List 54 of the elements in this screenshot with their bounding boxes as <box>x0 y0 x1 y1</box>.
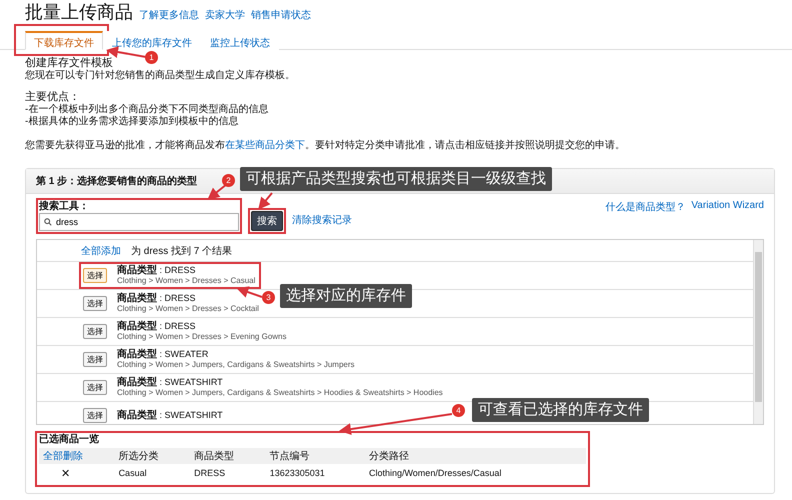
wizard-link[interactable]: Variation Wizard <box>691 200 764 211</box>
header-link[interactable]: 了解更多信息 <box>139 8 199 22</box>
remove-button[interactable]: ✕ <box>61 468 70 480</box>
category-path: Clothing > Women > Dresses > Evening Gowns <box>117 332 286 342</box>
step-number-badge: 4 <box>452 404 465 417</box>
add-all-link[interactable]: 全部添加 <box>81 244 121 258</box>
section-heading: 主要优点： <box>25 91 80 104</box>
table-cell: 13623305031 <box>266 464 365 482</box>
search-button[interactable]: 搜索 <box>251 211 283 231</box>
callout-label: 可根据产品类型搜索也可根据类目一级级查找 <box>240 167 552 191</box>
search-label: 搜索工具： <box>39 201 90 212</box>
product-type: 商品类型 : DRESS <box>117 293 197 304</box>
product-type: 商品类型 : SWEATSHIRT <box>117 377 224 388</box>
select-button[interactable]: 选择 <box>83 408 107 423</box>
help-link[interactable]: 什么是商品类型？ <box>605 200 686 214</box>
table-cell: Casual <box>114 464 190 482</box>
column-header: 商品类型 <box>190 448 266 464</box>
category-link[interactable]: 在某些商品分类下 <box>225 140 305 151</box>
intro-text: 您现在可以专门针对您销售的商品类型生成自定义库存模板。 <box>25 70 295 82</box>
select-button[interactable]: 选择 <box>83 380 107 395</box>
table-cell: Clothing/Women/Dresses/Casual <box>364 464 586 482</box>
product-type: 商品类型 : SWEATER <box>117 349 210 360</box>
callout-label: 选择对应的库存件 <box>280 284 412 308</box>
benefit-item: -在一个模板中列出多个商品分类下不同类型商品的信息 <box>25 104 268 116</box>
select-button[interactable]: 选择 <box>83 268 107 283</box>
page-title: 批量上传商品 <box>25 2 133 23</box>
category-path: Clothing > Women > Jumpers, Cardigans & Sweatshirts > Jumpers <box>117 360 355 370</box>
section-heading: 创建库存文件模板 <box>25 57 113 70</box>
category-path: Clothing > Women > Jumpers, Cardigans & Sweatshirts > Hoodies & Sweatshirts > Hoodies <box>117 388 443 398</box>
column-header: 所选分类 <box>114 448 190 464</box>
step-number-badge: 3 <box>262 291 275 304</box>
category-path: Clothing > Women > Dresses > Cocktail <box>117 304 259 314</box>
header-link[interactable]: 销售申请状态 <box>251 8 311 22</box>
tab[interactable]: 下载库存文件 <box>25 31 103 50</box>
approval-note: 您需要先获得亚马逊的批准，才能将商品发布在某些商品分类下。要针对特定分类申请批准，请点击相应链接并按照说明提交您的申请。 <box>25 140 625 152</box>
selected-title: 已选商品一览 <box>39 434 100 445</box>
column-header: 分类路径 <box>364 448 586 464</box>
select-button[interactable]: 选择 <box>83 324 107 339</box>
select-button[interactable]: 选择 <box>83 296 107 311</box>
results-summary: 为 dress 找到 7 个结果 <box>131 244 232 258</box>
product-type: 商品类型 : DRESS <box>117 321 197 332</box>
step-number-badge: 1 <box>145 51 158 64</box>
column-header: 节点编号 <box>266 448 365 464</box>
table-cell: DRESS <box>190 464 266 482</box>
header-link[interactable]: 卖家大学 <box>205 8 245 22</box>
category-path: Clothing > Women > Dresses > Casual <box>117 276 256 286</box>
clear-history-link[interactable]: 清除搜索记录 <box>292 213 352 227</box>
callout-label: 可查看已选择的库存文件 <box>472 398 649 422</box>
select-button[interactable]: 选择 <box>83 352 107 367</box>
tab[interactable]: 上传您的库存文件 <box>103 31 201 50</box>
product-type: 商品类型 : SWEATSHIRT <box>117 410 223 421</box>
search-field[interactable]: dress <box>39 213 239 231</box>
benefit-item: -根据具体的业务需求选择要添加到模板中的信息 <box>25 116 238 128</box>
product-type: 商品类型 : DRESS <box>117 265 197 276</box>
